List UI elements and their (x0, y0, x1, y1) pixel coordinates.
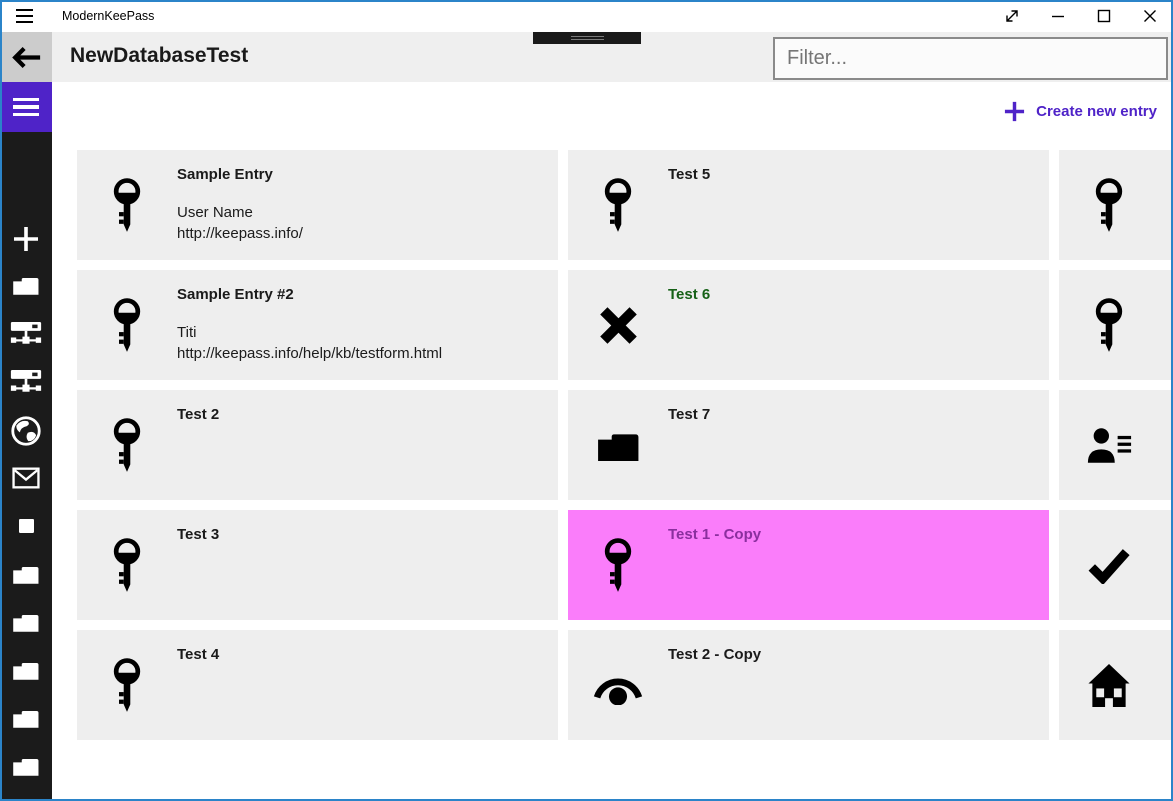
entry-grid: Sample Entry User Name http://keepass.in… (77, 150, 1173, 740)
entry-title: Test 2 - Copy (668, 646, 762, 663)
folder-icon[interactable] (0, 611, 52, 633)
entry-card[interactable]: Test 4 (77, 630, 558, 740)
entry-url: http://keepass.info/ (177, 225, 303, 242)
globe-icon[interactable] (0, 416, 52, 446)
home-icon (1059, 630, 1159, 740)
maximize-icon (1094, 6, 1114, 26)
entry-title: Sample Entry (177, 166, 273, 183)
close-icon (1140, 6, 1160, 26)
page-title: NewDatabaseTest (70, 44, 249, 67)
drag-handle[interactable] (533, 32, 641, 44)
server-network-icon[interactable] (0, 319, 52, 348)
folder-icon[interactable] (0, 659, 52, 681)
entry-title: Sample Entry #2 (177, 286, 294, 303)
contact-list-icon (1059, 390, 1159, 500)
square-icon[interactable] (0, 519, 52, 533)
create-new-entry-label: Create new entry (1036, 103, 1157, 120)
red-eye-icon (568, 630, 668, 740)
x-cross-icon (568, 270, 668, 380)
key-icon (77, 630, 177, 740)
mail-icon[interactable] (0, 467, 52, 489)
nav-menu-button[interactable] (0, 82, 52, 132)
entry-card[interactable] (1059, 510, 1173, 620)
entry-card[interactable]: Sample Entry User Name http://keepass.in… (77, 150, 558, 260)
server-network-icon[interactable] (0, 367, 52, 396)
entry-card[interactable]: Test 2 (77, 390, 558, 500)
entry-card[interactable] (1059, 630, 1173, 740)
checkmark-icon (1059, 510, 1159, 620)
app-title: ModernKeePass (62, 9, 155, 23)
key-icon (1059, 150, 1159, 260)
folder-icon[interactable] (0, 563, 52, 585)
folder-icon[interactable] (0, 755, 52, 777)
key-icon (77, 510, 177, 620)
folder-icon[interactable] (0, 274, 52, 296)
close-button[interactable] (1127, 0, 1173, 32)
entry-card[interactable]: Test 2 - Copy (568, 630, 1049, 740)
diagonal-resize-icon (1002, 6, 1022, 26)
entry-card[interactable]: Test 7 (568, 390, 1049, 500)
entry-title: Test 3 (177, 526, 220, 543)
entry-card[interactable]: Test 3 (77, 510, 558, 620)
entry-title: Test 1 - Copy (668, 526, 762, 543)
sidebar (0, 82, 52, 801)
entry-card[interactable]: Sample Entry #2 Titi http://keepass.info… (77, 270, 558, 380)
folder-icon (568, 390, 668, 500)
entry-card-selected[interactable]: Test 1 - Copy (568, 510, 1049, 620)
entry-card[interactable] (1059, 270, 1173, 380)
key-icon (77, 390, 177, 500)
entry-title: Test 5 (668, 166, 711, 183)
entry-card[interactable] (1059, 390, 1173, 500)
title-bar: ModernKeePass (0, 0, 1173, 32)
entry-url: http://keepass.info/help/kb/testform.htm… (177, 345, 443, 362)
window-controls (989, 0, 1173, 32)
key-icon (77, 150, 177, 260)
key-icon (568, 150, 668, 260)
key-icon (568, 510, 668, 620)
entry-card[interactable] (1059, 150, 1173, 260)
entry-username: User Name (177, 204, 253, 221)
folder-icon[interactable] (0, 707, 52, 729)
entry-card[interactable]: Test 6 (568, 270, 1049, 380)
entry-card[interactable]: Test 5 (568, 150, 1049, 260)
minimize-button[interactable] (1035, 0, 1081, 32)
key-icon (1059, 270, 1159, 380)
entry-title: Test 7 (668, 406, 711, 423)
create-new-entry-button[interactable]: Create new entry (1003, 100, 1157, 123)
maximize-button[interactable] (1081, 0, 1127, 32)
titlebar-menu-icon[interactable] (16, 9, 33, 23)
back-arrow-icon (10, 45, 42, 70)
entry-title: Test 6 (668, 286, 711, 303)
entry-title: Test 4 (177, 646, 220, 663)
entry-title: Test 2 (177, 406, 220, 423)
page-header: NewDatabaseTest (0, 32, 1173, 82)
back-button[interactable] (0, 32, 52, 82)
filter-input[interactable] (773, 37, 1168, 80)
key-icon (77, 270, 177, 380)
add-icon[interactable] (0, 224, 52, 254)
entry-username: Titi (177, 324, 197, 341)
fullscreen-button[interactable] (989, 0, 1035, 32)
minimize-icon (1048, 6, 1068, 26)
plus-icon (1003, 100, 1026, 123)
